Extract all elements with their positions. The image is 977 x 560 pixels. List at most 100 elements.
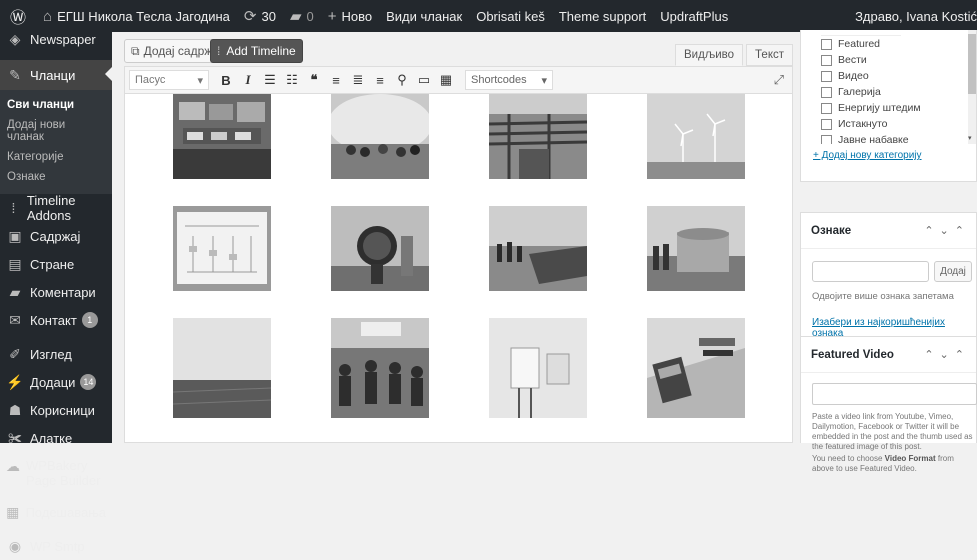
checkbox[interactable]	[821, 54, 832, 66]
menu-item-posts[interactable]: ✎ Чланци	[0, 60, 112, 90]
shortcodes-select[interactable]: Shortcodes ▾	[465, 70, 553, 90]
tags-input[interactable]	[812, 261, 929, 282]
checkbox[interactable]	[821, 118, 832, 130]
gallery-photo[interactable]	[331, 94, 429, 179]
page-icon: ▤	[8, 255, 22, 272]
featured-video-header[interactable]: Featured Video ⌃⌄⌃	[801, 337, 976, 373]
menu-item-comments[interactable]: ▰ Коментари	[0, 278, 112, 306]
blockquote-icon[interactable]: ❝	[303, 72, 325, 88]
gallery-photo[interactable]	[489, 206, 587, 291]
gallery-photo[interactable]	[489, 94, 587, 179]
tags-box-header[interactable]: Ознаке ⌃⌄⌃	[801, 213, 976, 249]
menu-item-plugins[interactable]: ⚡ Додаци 14	[0, 368, 112, 396]
tab-visual[interactable]: Видљиво	[675, 44, 744, 66]
theme-support-link[interactable]: Theme support	[552, 0, 653, 32]
menu-item-pages[interactable]: ▤ Стране	[0, 250, 112, 278]
add-timeline-button[interactable]: ⁞ Add Timeline	[210, 39, 303, 63]
submenu-tags[interactable]: Ознаке	[0, 167, 112, 187]
plus-icon: +	[327, 7, 337, 25]
menu-item-newspaper[interactable]: ◈ Newspaper	[0, 26, 112, 52]
category-item[interactable]: Featured	[801, 36, 971, 52]
featured-video-title: Featured Video	[811, 348, 894, 361]
menu-item-users[interactable]: ☗ Корисници	[0, 396, 112, 424]
account-greeting[interactable]: Здраво, Ivana Kostić	[848, 0, 977, 32]
note-bold: Video Format	[884, 454, 936, 463]
box-arrows-icon[interactable]: ⌃⌄⌃	[924, 348, 970, 361]
fullscreen-icon[interactable]: ⤢	[774, 72, 784, 88]
gallery-photo[interactable]	[647, 318, 745, 418]
checkbox[interactable]	[821, 102, 832, 114]
checkbox[interactable]	[821, 86, 832, 98]
italic-icon[interactable]: I	[237, 72, 259, 88]
add-category-link[interactable]: + Додај нову категорију	[813, 150, 922, 161]
bold-icon[interactable]: B	[215, 73, 237, 88]
submenu-categories[interactable]: Категорије	[0, 147, 112, 167]
menu-item-appearance[interactable]: ✐ Изглед	[0, 340, 112, 368]
post-sidebar: Featured Вести Видео Галерија Енергију ш…	[800, 30, 977, 473]
numbered-list-icon[interactable]: ☷	[281, 72, 303, 88]
gallery-photo[interactable]	[173, 318, 271, 418]
gallery-photo[interactable]	[647, 206, 745, 291]
gallery-photo[interactable]	[173, 94, 271, 179]
align-right-icon[interactable]: ≡	[369, 73, 391, 88]
menu-item-timeline-addons[interactable]: ⁞ Timeline Addons	[0, 193, 112, 223]
format-select[interactable]: Пасус ▾	[129, 70, 209, 90]
category-label: Featured	[838, 38, 881, 50]
menu-item-tools[interactable]: ✀ Алатке	[0, 424, 112, 452]
submenu-add-new[interactable]: Додај нови чланак	[0, 115, 112, 147]
category-label: Јавне набавке	[838, 134, 909, 144]
posts-submenu: Сви чланци Додај нови чланак Категорије …	[0, 90, 112, 194]
read-more-icon[interactable]: ▭	[413, 72, 435, 88]
updraftplus-link[interactable]: UpdraftPlus	[653, 0, 735, 32]
brush-icon: ✐	[9, 345, 21, 362]
new-content-link[interactable]: + Ново	[321, 0, 379, 32]
category-item[interactable]: Истакнуто	[801, 116, 971, 132]
link-icon[interactable]: ⚲	[391, 72, 413, 88]
add-tag-button[interactable]: Додај	[934, 261, 972, 282]
updates-link[interactable]: ⟳ 30	[237, 0, 283, 32]
gallery-photo[interactable]	[647, 94, 745, 179]
tags-title: Ознаке	[811, 224, 852, 237]
gallery-photo[interactable]	[173, 206, 271, 291]
featured-video-box: Featured Video ⌃⌄⌃ Paste a video link fro…	[800, 336, 977, 473]
add-timeline-label: Add Timeline	[226, 44, 296, 58]
checkbox[interactable]	[821, 134, 832, 144]
menu-label: Корисници	[30, 402, 95, 418]
align-left-icon[interactable]: ≡	[325, 73, 347, 88]
menu-item-content[interactable]: ▣ Садржај	[0, 222, 112, 250]
comments-link[interactable]: ▰ 0	[283, 0, 321, 32]
category-item[interactable]: Видео	[801, 68, 971, 84]
menu-label: WP Smtp	[30, 538, 85, 554]
bullet-list-icon[interactable]: ☰	[259, 72, 281, 88]
gallery-photo[interactable]	[331, 318, 429, 418]
menu-label: Алатке	[30, 430, 73, 446]
site-name-label: ЕГШ Никола Тесла Јагодина	[57, 8, 230, 24]
home-icon: ⌂	[43, 7, 53, 25]
box-arrows-icon[interactable]: ⌃⌄⌃	[924, 224, 970, 237]
category-item[interactable]: Галерија	[801, 84, 971, 100]
format-value: Пасус	[135, 74, 166, 86]
featured-video-input[interactable]	[812, 383, 977, 405]
gallery-photo[interactable]	[489, 318, 587, 418]
menu-item-settings[interactable]: ▦ Подешавања	[0, 498, 112, 526]
editor-content-area[interactable]	[124, 94, 793, 443]
category-item[interactable]: Јавне набавке	[801, 132, 971, 144]
obrisati-kes-link[interactable]: Obrisati keš	[469, 0, 552, 32]
category-item[interactable]: Енергију штедим	[801, 100, 971, 116]
add-media-icon: ⧉	[131, 43, 140, 58]
align-center-icon[interactable]: ≣	[347, 72, 369, 88]
checkbox[interactable]	[821, 38, 832, 50]
checkbox[interactable]	[821, 70, 832, 82]
gallery-photo[interactable]	[331, 206, 429, 291]
menu-label: Контакт	[30, 312, 77, 328]
toolbar-toggle-icon[interactable]: ▦	[435, 72, 457, 88]
categories-scrollbar[interactable]: ▾	[968, 30, 976, 144]
menu-item-wpbakery[interactable]: ☁ WPBakery Page Builder	[0, 452, 112, 494]
menu-item-contact[interactable]: ✉ Контакт 1	[0, 306, 112, 334]
tab-text[interactable]: Текст	[746, 44, 793, 66]
submenu-all-posts[interactable]: Сви чланци	[0, 95, 112, 115]
menu-item-wp-smtp[interactable]: ◉ WP Smtp	[0, 532, 112, 560]
category-item[interactable]: Вести	[801, 52, 971, 68]
category-label: Вести	[838, 54, 867, 66]
view-post-link[interactable]: Види чланак	[379, 0, 469, 32]
